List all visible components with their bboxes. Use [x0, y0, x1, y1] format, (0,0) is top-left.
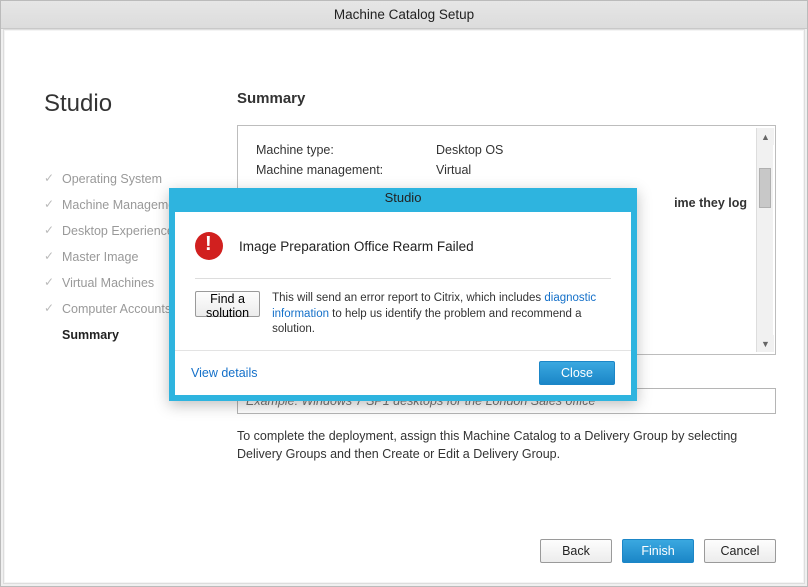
- summary-scrollbar[interactable]: ▲ ▼: [756, 128, 773, 352]
- dialog-footer: View details Close: [175, 350, 631, 395]
- find-text-pre: This will send an error report to Citrix…: [272, 292, 544, 304]
- scroll-thumb[interactable]: [759, 168, 771, 208]
- close-button[interactable]: Close: [539, 361, 615, 385]
- find-solution-button[interactable]: Find a solution: [195, 291, 260, 317]
- dialog-title: Studio: [175, 190, 631, 212]
- error-icon: [195, 232, 223, 260]
- back-button[interactable]: Back: [540, 539, 612, 563]
- wizard-footer: Back Finish Cancel: [540, 539, 776, 563]
- dialog-body: Image Preparation Office Rearm Failed Fi…: [175, 212, 631, 350]
- obscured-text-fragment: ime they log: [674, 196, 747, 210]
- error-dialog: Studio Image Preparation Office Rearm Fa…: [169, 188, 637, 401]
- cancel-button[interactable]: Cancel: [704, 539, 776, 563]
- page-title: Summary: [237, 90, 776, 107]
- scroll-up-icon[interactable]: ▲: [757, 128, 774, 145]
- summary-key: Machine type:: [256, 143, 436, 157]
- summary-value: Desktop OS: [436, 143, 503, 157]
- find-solution-text: This will send an error report to Citrix…: [272, 291, 611, 338]
- summary-key: Machine management:: [256, 163, 436, 177]
- error-message: Image Preparation Office Rearm Failed: [239, 239, 474, 254]
- finish-button[interactable]: Finish: [622, 539, 694, 563]
- summary-row-machine-type: Machine type: Desktop OS: [256, 140, 757, 160]
- app-heading: Studio: [44, 90, 197, 118]
- divider: [195, 278, 611, 279]
- summary-row-machine-management: Machine management: Virtual: [256, 160, 757, 180]
- window-title: Machine Catalog Setup: [1, 1, 807, 29]
- helper-text: To complete the deployment, assign this …: [237, 428, 776, 463]
- summary-value: Virtual: [436, 163, 471, 177]
- view-details-link[interactable]: View details: [191, 366, 257, 380]
- scroll-down-icon[interactable]: ▼: [757, 335, 774, 352]
